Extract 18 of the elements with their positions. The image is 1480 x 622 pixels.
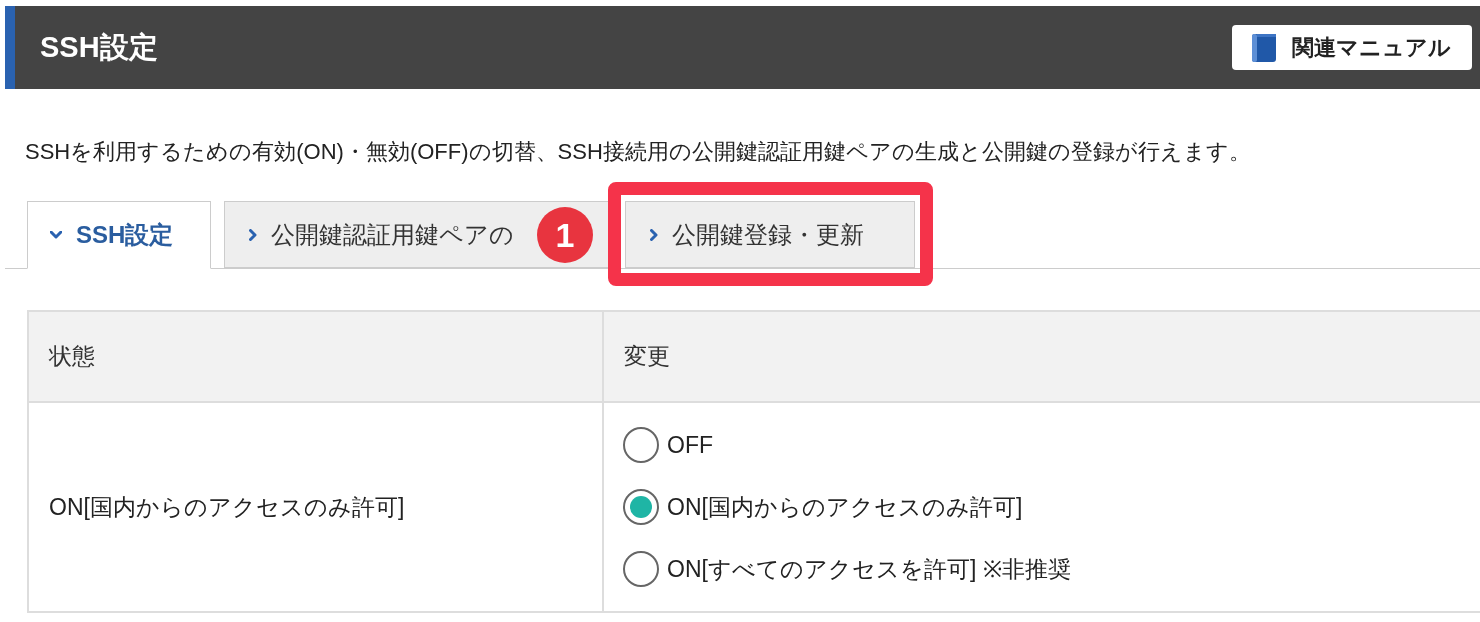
manual-button[interactable]: 関連マニュアル: [1232, 25, 1472, 70]
column-header: 変更: [623, 342, 671, 372]
chevron-down-icon: [50, 231, 62, 239]
radio-label[interactable]: ON[国内からのアクセスのみ許可]: [667, 489, 1023, 525]
chevron-right-icon: [650, 228, 658, 241]
column-header: 状態: [29, 312, 604, 401]
radio-button[interactable]: [623, 551, 659, 587]
tab[interactable]: SSH設定: [27, 201, 211, 269]
book-icon: [1252, 33, 1276, 62]
radio-button[interactable]: [623, 427, 659, 463]
description-text: SSHを利用するための有効(ON)・無効(OFF)の切替、SSH接続用の公開鍵認証用鍵ペアの生成と公開鍵の登録が行えます。: [25, 138, 1252, 166]
chevron-right-icon: [249, 228, 257, 241]
table-cell: ON[国内からのアクセスのみ許可]: [29, 403, 604, 611]
page-title: SSH設定: [40, 29, 158, 65]
tab[interactable]: 公開鍵登録・更新: [625, 201, 915, 268]
radio-label[interactable]: OFF: [667, 427, 713, 463]
radio-label[interactable]: ON[すべてのアクセスを許可] ※非推奨: [667, 551, 1071, 587]
radio-button[interactable]: [623, 489, 659, 525]
